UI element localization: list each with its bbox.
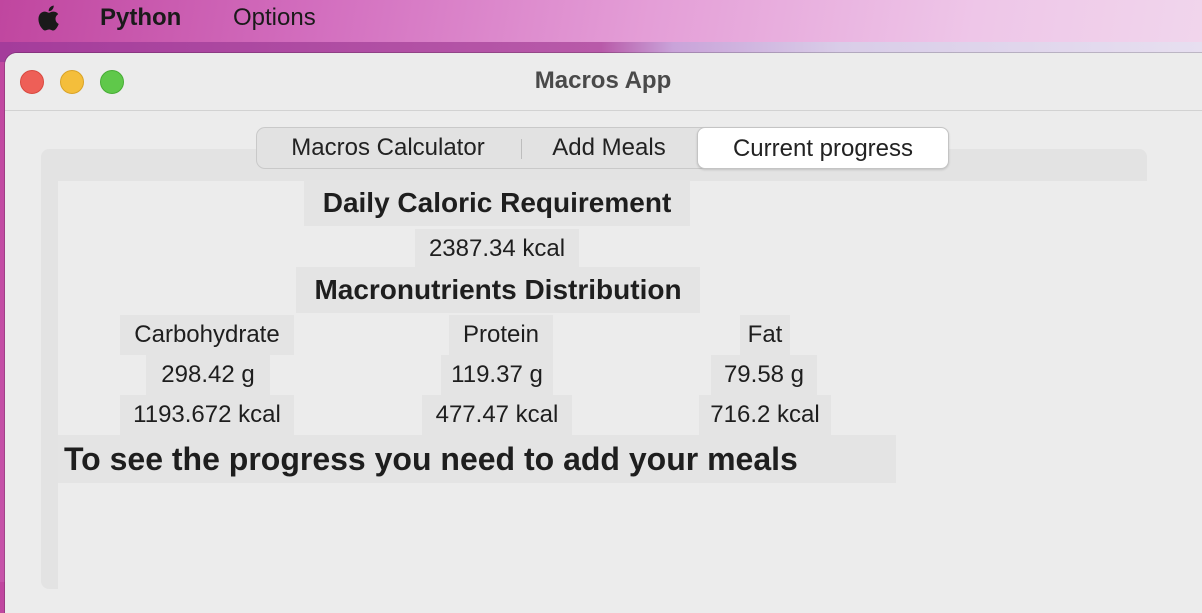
fat-grams: 79.58 g [711,355,817,395]
app-window: Macros App Macros Calculator Add Meals C… [5,53,1202,613]
add-meals-message: To see the progress you need to add your… [58,435,896,483]
title-bar: Macros App [5,53,1202,111]
fat-kcal: 716.2 kcal [699,395,831,435]
macros-distribution-heading: Macronutrients Distribution [296,267,700,313]
carbohydrate-label: Carbohydrate [120,315,294,355]
window-title: Macros App [534,67,672,94]
protein-grams: 119.37 g [441,355,553,395]
fat-label: Fat [740,315,790,355]
tab-add-meals[interactable]: Add Meals [521,128,697,168]
protein-label: Protein [449,315,553,355]
caloric-requirement-value: 2387.34 kcal [415,229,579,269]
menu-options[interactable]: Options [233,4,316,32]
protein-kcal: 477.47 kcal [422,395,572,435]
tab-bar: Macros Calculator Add Meals Current prog… [256,127,949,169]
tab-current-progress[interactable]: Current progress [697,127,949,169]
apple-icon[interactable] [34,4,60,32]
caloric-requirement-heading: Daily Caloric Requirement [304,180,690,226]
menu-bar: Python Options [0,0,1202,36]
carbohydrate-grams: 298.42 g [146,355,270,395]
carbohydrate-kcal: 1193.672 kcal [120,395,294,435]
menu-app-name[interactable]: Python [100,4,181,32]
tab-macros-calculator[interactable]: Macros Calculator [257,128,519,168]
